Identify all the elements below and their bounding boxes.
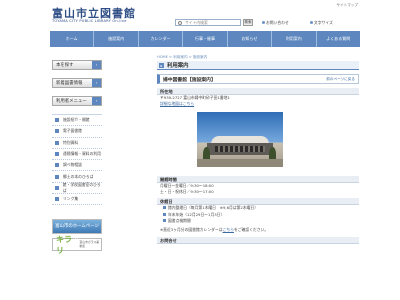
global-nav: ホーム 施設案内 カレンダー 行事・催事 お知らせ 利用案内 よくある質問 [50, 31, 360, 47]
nav-facilities[interactable]: 施設案内 [94, 31, 139, 47]
library-photo [197, 112, 283, 167]
bullet-icon [163, 219, 166, 222]
search-input[interactable]: サイト内検索 [175, 19, 241, 26]
new-books-button[interactable]: 新着図書情報 › [52, 78, 102, 88]
sidebar: 本を探す › 新着図書情報 › 利用者メニュー › 施設紹介・開館 電子図書館 特別資… [52, 60, 102, 255]
bullet-icon [163, 206, 166, 209]
site-header: 富山市立図書館 TOYAMA CITY PUBLIC LIBRARY On-li… [50, 0, 360, 30]
contact-heading: お問合せ [157, 236, 359, 244]
city-homepage-banner[interactable]: 富山市のホームページへ [52, 219, 102, 242]
nav-guide[interactable]: 利用案内 [272, 31, 317, 47]
site-logo-subtitle: TOYAMA CITY PUBLIC LIBRARY On-line [52, 19, 127, 23]
sidebar-item[interactable]: 遠隔情報・資料の利用 [52, 149, 102, 161]
sidebar-item[interactable]: 館・学校図書室のひろば [52, 182, 102, 195]
map-link[interactable]: 詳細な地図はこちら [160, 101, 194, 106]
nav-news[interactable]: お知らせ [228, 31, 273, 47]
sidebar-item[interactable]: 特別資料 [52, 138, 102, 149]
nav-events[interactable]: 行事・催事 [183, 31, 228, 47]
bullet-icon [55, 118, 59, 123]
bullet-icon [310, 21, 313, 24]
main-content: ▸ 利用案内 婦中図書館【施設案内】 前のページに戻る 所在地 〒939-2727 … [157, 61, 359, 244]
page-title-icon: ▸ [159, 62, 164, 68]
contact-link[interactable]: お問い合わせ [262, 20, 289, 26]
chevron-right-icon: › [92, 61, 101, 69]
page-title: ▸ 利用案内 [157, 61, 359, 70]
bullet-icon [55, 152, 59, 157]
bullet-icon [55, 174, 59, 179]
hours-heading: 開館時間 [157, 176, 359, 183]
search-books-button[interactable]: 本を探す › [52, 60, 102, 70]
nav-home[interactable]: ホーム [50, 31, 95, 47]
section-subtitle: 婦中図書館【施設案内】 前のページに戻る [157, 74, 359, 84]
font-size-link[interactable]: 文字サイズ [310, 20, 333, 26]
breadcrumb[interactable]: HOME > 利用案内 > 施設案内 [157, 55, 207, 60]
page-frame: 富山市立図書館 TOYAMA CITY PUBLIC LIBRARY On-li… [50, 0, 360, 300]
calendar-link[interactable]: こちら [223, 227, 234, 232]
hours-weekend: 土・日・祝休日／9:30～17:00 [160, 189, 214, 194]
nav-calendar[interactable]: カレンダー [139, 31, 184, 47]
closed-heading: 休館日 [157, 198, 359, 205]
chevron-right-icon: › [92, 97, 101, 105]
search-icon [178, 21, 182, 25]
bullet-icon [55, 197, 59, 202]
sidebar-item[interactable]: 調べ物相談 [52, 160, 102, 172]
nav-faq[interactable]: よくある質問 [317, 31, 360, 47]
back-link[interactable]: 前のページに戻る [326, 77, 355, 82]
bullet-icon [55, 140, 59, 145]
closed-item: 図書点検期間 [157, 218, 359, 225]
sidebar-item[interactable]: 施設紹介・開館 [52, 115, 102, 127]
bullet-icon [55, 129, 59, 134]
sidebar-item[interactable]: 電子図書館 [52, 126, 102, 138]
sidebar-item[interactable]: リンク集 [52, 194, 102, 206]
bullet-icon [262, 21, 265, 24]
bullet-icon [55, 185, 59, 190]
sitemap-link[interactable]: サイトマップ [336, 3, 358, 8]
bullet-icon [163, 212, 166, 216]
user-menu-button[interactable]: 利用者メニュー › [52, 96, 102, 106]
calendar-note: ※直近3ヶ月分の図書館カレンダーはこちらをご確認ください。 [160, 226, 269, 232]
search-button[interactable]: 検索 [243, 19, 253, 26]
bullet-icon [55, 163, 59, 168]
address-heading: 所在地 [157, 88, 359, 95]
chevron-right-icon: › [92, 79, 101, 87]
sidebar-list: 施設紹介・開館 電子図書館 特別資料 遠隔情報・資料の利用 調べ物相談 郷土の本… [52, 114, 102, 206]
